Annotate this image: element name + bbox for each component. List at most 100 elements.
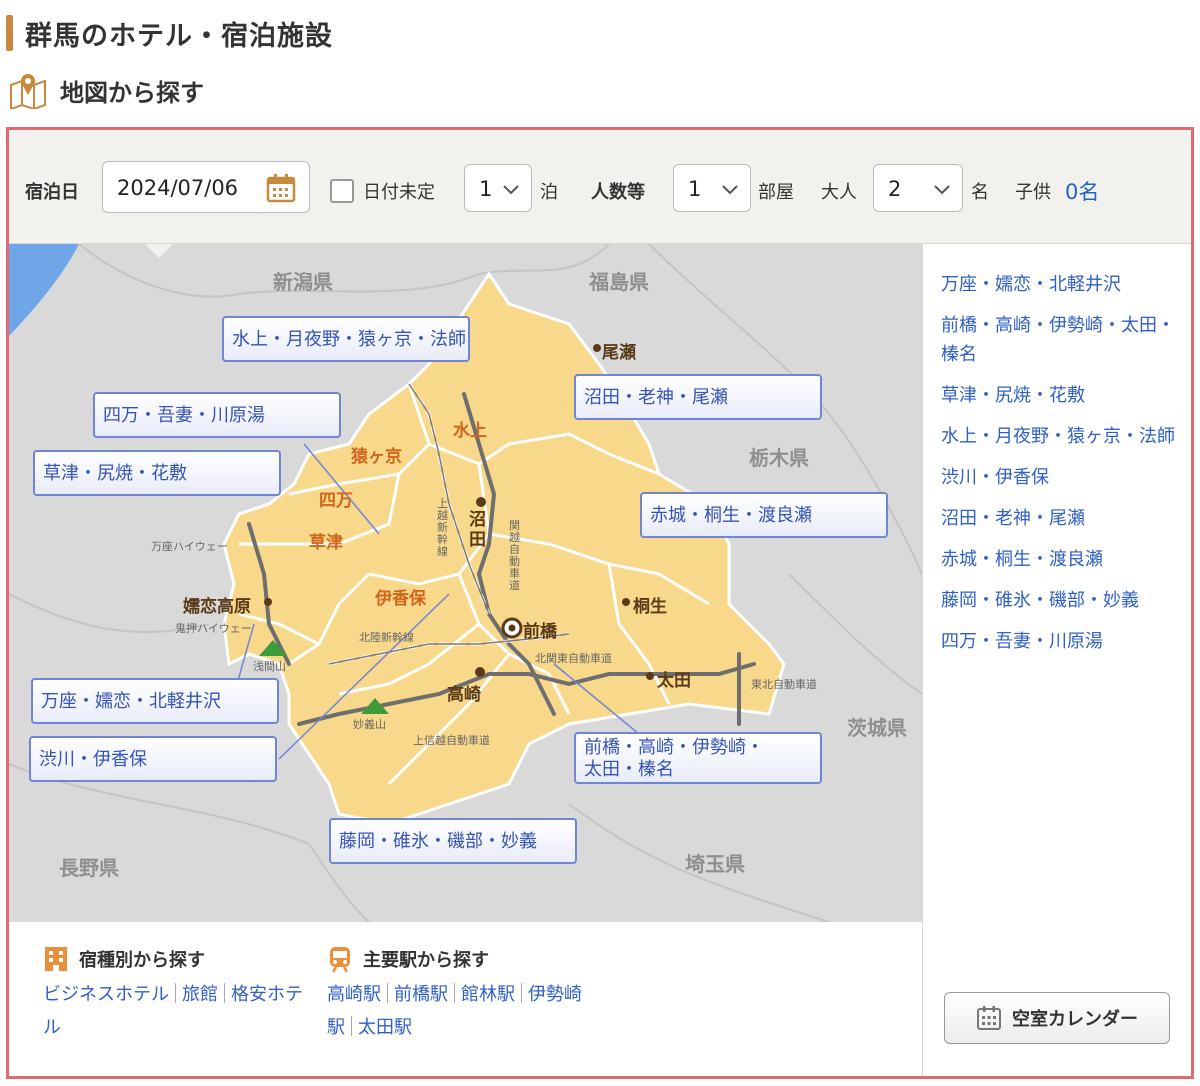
town-label: 嬬恋高原 [183,597,251,617]
onsen-label: 水上 [453,421,487,441]
station-link[interactable]: 館林駅 [461,984,515,1005]
area-list-item[interactable]: 草津・尻焼・花敷 [941,381,1181,410]
bottom-search-links: 宿種別から探す ビジネスホテル 旅館 格安ホテル 主要駅から探す 高崎駅 前橋駅 館林駅… [9,922,922,1076]
section-heading-row: 地図から探す [8,70,204,110]
area-button-shima[interactable]: 四万・吾妻・川原湯 [93,392,341,438]
map-pin-icon [10,74,46,109]
road-label: 上信越自動車道 [413,734,490,747]
area-list-item[interactable]: 万座・嬬恋・北軽井沢 [941,270,1181,299]
search-conditions-bar: 宿泊日 2024/07/06 日付未定 1 泊 人数等 1 部屋 大人 2 名 … [9,130,1191,244]
town-label: 沼田 [469,510,486,550]
adults-label: 大人 [821,182,857,203]
nights-value: 1 [479,177,493,201]
search-by-station-heading: 主要駅から探す [327,944,597,974]
mountain-label: 妙義山 [353,718,386,731]
road-label: 関越自動車道 [509,519,520,592]
area-button-numata[interactable]: 沼田・老神・尾瀬 [574,374,822,420]
area-button-line: 太田・榛名 [584,759,674,780]
link-separator [387,983,388,1003]
link-separator [175,983,176,1003]
area-list: 万座・嬬恋・北軽井沢 前橋・高崎・伊勢崎・太田・榛名 草津・尻焼・花敷 水上・月… [941,270,1181,668]
station-link[interactable]: 前橋駅 [394,984,448,1005]
rooms-select[interactable]: 1 [673,164,751,212]
vacancy-calendar-label: 空室カレンダー [1012,1009,1138,1030]
town-label: 桐生 [633,597,667,617]
search-by-type-title: 宿種別から探す [79,950,205,971]
area-button-kusatsu[interactable]: 草津・尻焼・花敷 [33,450,281,496]
search-by-type: 宿種別から探す ビジネスホテル 旅館 格安ホテル [43,944,313,1044]
station-link-list: 高崎駅 前橋駅 館林駅 伊勢崎駅 太田駅 [327,978,597,1044]
area-button-shibukawa[interactable]: 渋川・伊香保 [29,736,277,782]
map-search-panel: 宿泊日 2024/07/06 日付未定 1 泊 人数等 1 部屋 大人 2 名 … [6,127,1194,1079]
prefecture-label: 栃木県 [749,446,809,470]
checkin-date-value: 2024/07/06 [117,176,239,200]
area-list-item[interactable]: 渋川・伊香保 [941,463,1181,492]
chevron-down-icon [722,185,738,195]
title-accent-bar [6,15,13,51]
area-button-line: 前橋・高崎・伊勢崎・ [584,737,764,758]
chevron-down-icon [934,185,950,195]
town-label: 太田 [657,671,691,691]
area-button-manza[interactable]: 万座・嬬恋・北軽井沢 [31,678,279,724]
link-separator [224,983,225,1003]
area-list-item[interactable]: 赤城・桐生・渡良瀬 [941,545,1181,574]
checkin-label: 宿泊日 [25,182,79,203]
calendar-icon [977,1006,1001,1030]
road-label: 鬼押ハイウェー [175,622,252,635]
search-by-station-title: 主要駅から探す [363,950,489,971]
page-title-row: 群馬のホテル・宿泊施設 [6,14,333,52]
search-by-type-heading: 宿種別から探す [43,944,313,974]
prefecture-label: 長野県 [59,856,119,880]
nights-unit: 泊 [540,182,558,203]
vacancy-calendar-button[interactable]: 空室カレンダー [944,992,1170,1044]
area-list-panel: 万座・嬬恋・北軽井沢 前橋・高崎・伊勢崎・太田・榛名 草津・尻焼・花敷 水上・月… [922,244,1191,1076]
type-link[interactable]: 旅館 [182,984,218,1005]
children-count-link[interactable]: 0名 [1065,176,1099,206]
gunma-map: 新潟県 福島県 栃木県 茨城県 埼玉県 長野県 尾瀬 沼田 前橋 高崎 桐生 太… [9,244,922,922]
onsen-label: 草津 [309,533,343,553]
nights-select[interactable]: 1 [464,164,532,212]
station-link[interactable]: 高崎駅 [327,984,381,1005]
area-list-item[interactable]: 沼田・老神・尾瀬 [941,504,1181,533]
mountain-label: 浅間山 [253,660,286,673]
adults-unit: 名 [971,182,989,203]
town-label: 前橋 [523,622,557,642]
station-link[interactable]: 太田駅 [358,1017,412,1038]
date-undecided-checkbox[interactable] [330,179,354,203]
road-label: 北関東自動車道 [535,652,612,665]
calendar-icon[interactable] [266,173,296,203]
train-icon [330,947,350,973]
area-button-fujioka[interactable]: 藤岡・碓氷・磯部・妙義 [329,818,577,864]
section-heading: 地図から探す [60,78,204,107]
area-list-item[interactable]: 藤岡・碓氷・磯部・妙義 [941,586,1181,615]
area-button-maebashi[interactable]: 前橋・高崎・伊勢崎・ 太田・榛名 [574,732,822,784]
area-list-item[interactable]: 前橋・高崎・伊勢崎・太田・榛名 [941,311,1181,369]
prefecture-label: 福島県 [589,270,649,294]
area-button-minakami[interactable]: 水上・月夜野・猿ヶ京・法師 [222,316,470,362]
chevron-down-icon [503,185,519,195]
rooms-value: 1 [688,177,702,201]
date-undecided-label: 日付未定 [363,182,435,203]
checkin-date-input[interactable]: 2024/07/06 [102,161,310,213]
prefecture-label: 埼玉県 [685,852,745,876]
type-link[interactable]: ビジネスホテル [43,984,169,1005]
guests-label: 人数等 [591,182,645,203]
onsen-label: 四万 [319,491,353,511]
area-list-item[interactable]: 水上・月夜野・猿ヶ京・法師 [941,422,1181,451]
town-label: 尾瀬 [602,343,636,363]
onsen-label: 猿ヶ京 [351,447,402,467]
onsen-label: 伊香保 [375,589,426,609]
link-separator [454,983,455,1003]
area-list-item[interactable]: 四万・吾妻・川原湯 [941,627,1181,656]
rooms-unit: 部屋 [758,182,794,203]
road-label: 万座ハイウェー [151,540,228,553]
children-label: 子供 [1015,182,1051,203]
road-label: 上越新幹線 [437,497,448,558]
page-title: 群馬のホテル・宿泊施設 [25,20,333,52]
link-separator [521,983,522,1003]
area-button-akagi[interactable]: 赤城・桐生・渡良瀬 [640,492,888,538]
road-label: 東北自動車道 [751,678,817,691]
search-by-station: 主要駅から探す 高崎駅 前橋駅 館林駅 伊勢崎駅 太田駅 [327,944,597,1044]
adults-select[interactable]: 2 [873,164,963,212]
prefecture-label: 新潟県 [273,270,333,294]
